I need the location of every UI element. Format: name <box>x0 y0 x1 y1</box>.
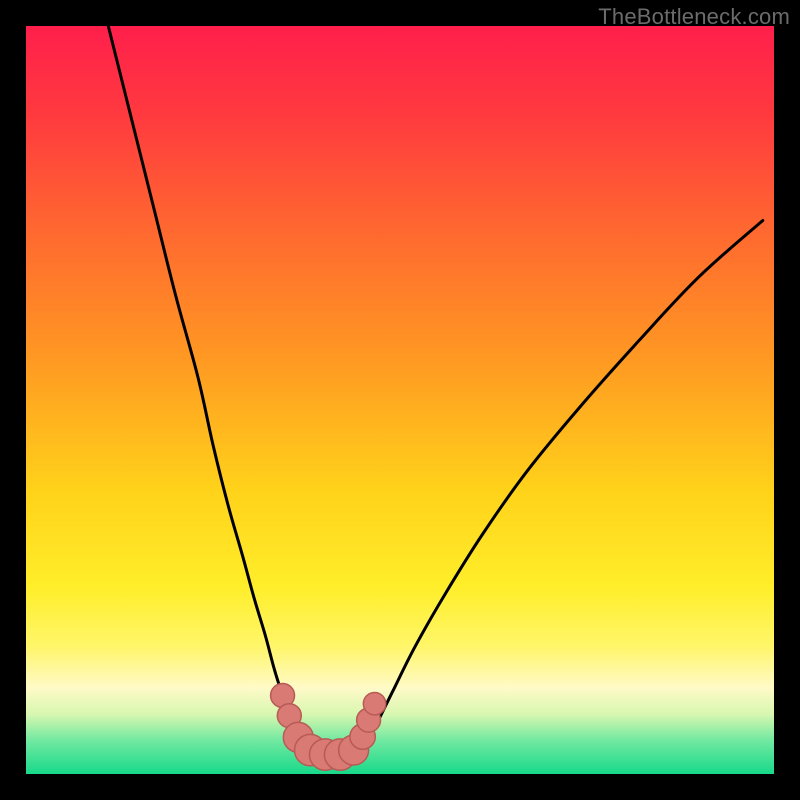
marker-dot <box>363 692 385 714</box>
outer-frame: TheBottleneck.com <box>0 0 800 800</box>
plot-area <box>26 26 774 774</box>
chart-svg <box>26 26 774 774</box>
gradient-background <box>26 26 774 774</box>
